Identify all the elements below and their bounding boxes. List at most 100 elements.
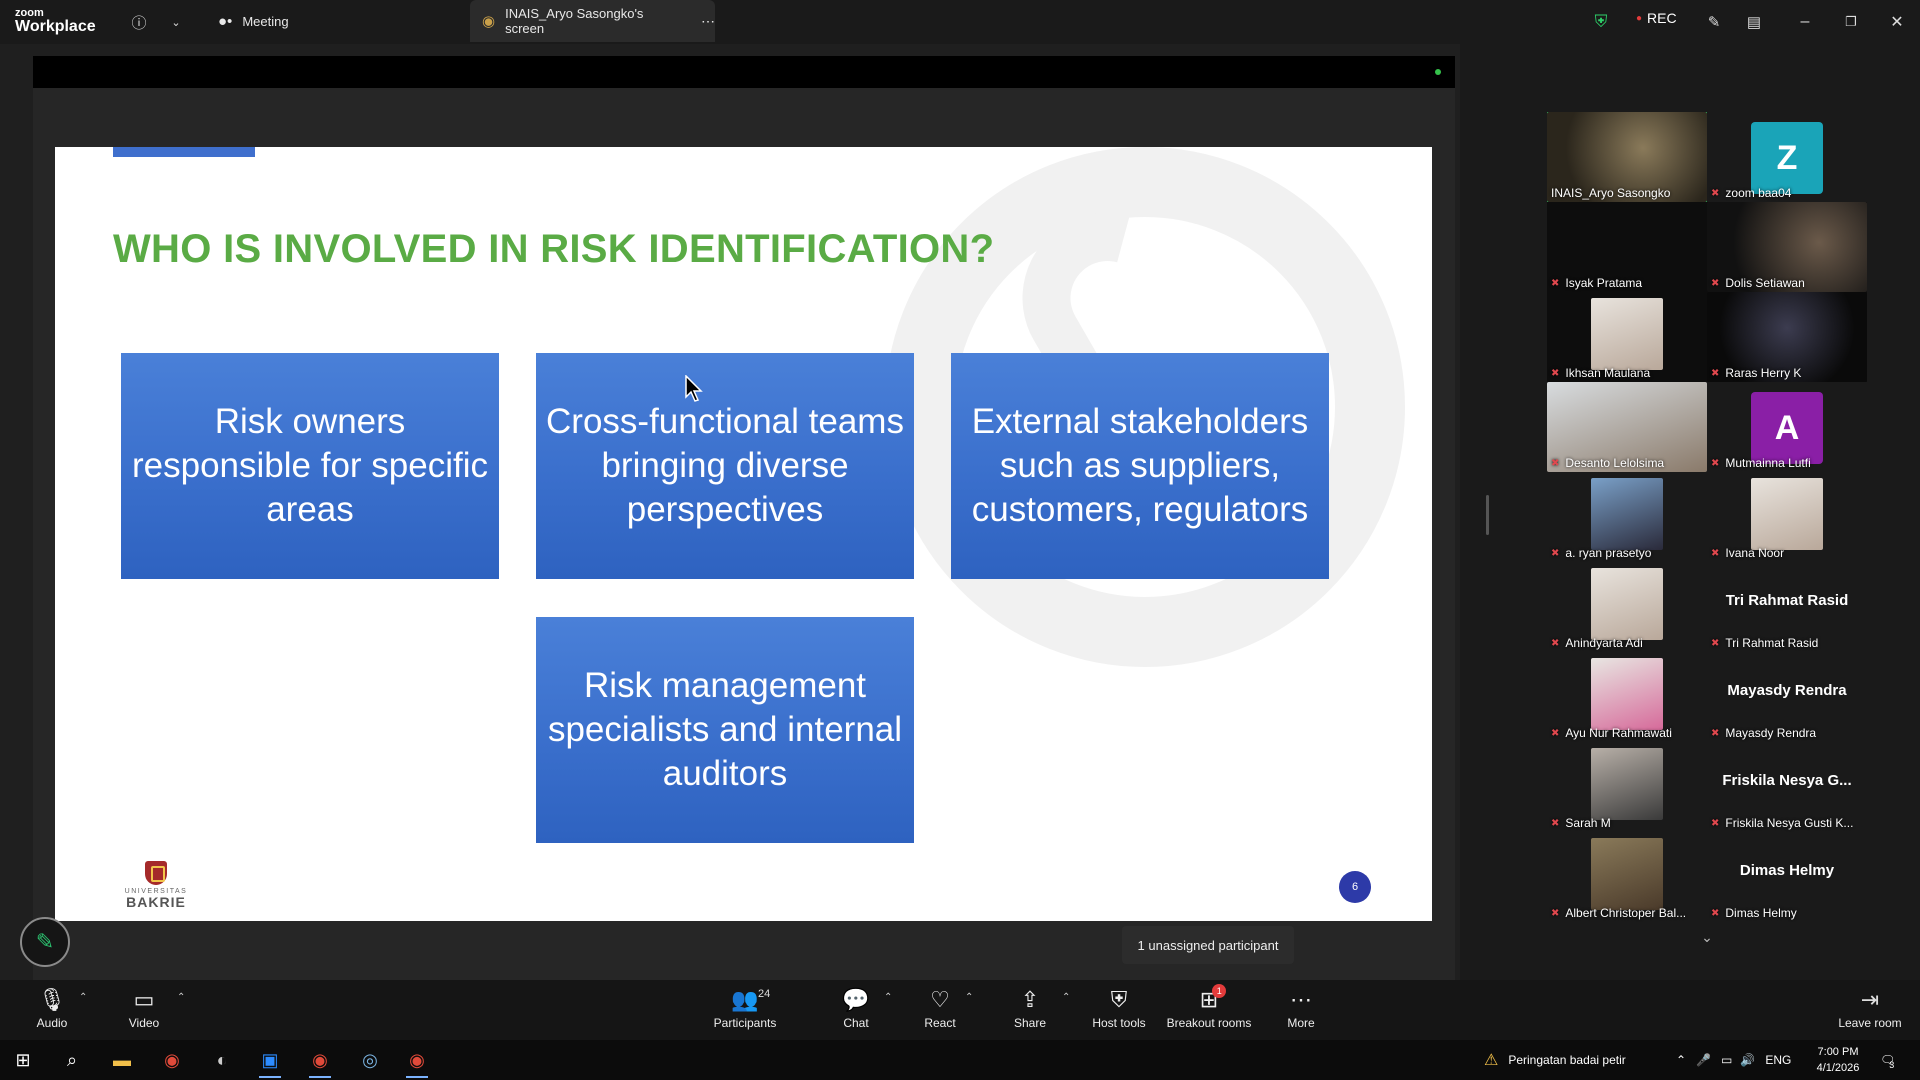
share-options-caret-icon[interactable]: ⌃ (1062, 992, 1070, 1003)
participant-name: ✖ Mutmainna Lutfi (1711, 456, 1811, 470)
restore-button[interactable]: ❐ (1836, 10, 1866, 34)
warning-icon: ⚠ (1484, 1052, 1499, 1069)
language-indicator[interactable]: ENG (1765, 1053, 1791, 1067)
video-off-icon: ▭ (133, 987, 155, 1012)
shield-check-icon[interactable]: ⛨ (1589, 10, 1613, 34)
muted-mic-icon: ✖ (1551, 817, 1560, 829)
zoom-app-icon[interactable]: ▣ (253, 1046, 287, 1078)
video-button[interactable]: ▭ Video (99, 986, 189, 1030)
file-explorer-icon[interactable]: ▬ (105, 1046, 139, 1074)
participant-tile[interactable]: Mayasdy Rendra ✖ Mayasdy Rendra (1707, 652, 1867, 742)
search-icon[interactable]: ⌕ (55, 1046, 89, 1074)
leave-room-button[interactable]: ⇥ Leave room (1825, 986, 1915, 1030)
unassigned-tooltip: 1 unassigned participant (1122, 926, 1294, 964)
participant-tile[interactable]: Z ✖ zoom baa04 (1707, 112, 1867, 202)
react-options-caret-icon[interactable]: ⌃ (965, 992, 973, 1003)
breakout-rooms-button[interactable]: ⊞ 1 Breakout rooms (1164, 984, 1254, 1030)
camera-app-icon[interactable]: ◎ (353, 1046, 387, 1074)
participant-name: ✖ zoom baa04 (1711, 186, 1792, 200)
panel-resize-handle[interactable] (1486, 495, 1489, 535)
weather-alert[interactable]: ⚠ Peringatan badai petir (1484, 1040, 1626, 1080)
participant-photo (1591, 298, 1663, 370)
participant-photo (1751, 478, 1823, 550)
chevron-up-icon[interactable]: ⌃ (1676, 1053, 1686, 1067)
video-options-caret-icon[interactable]: ⌃ (177, 992, 185, 1003)
host-tools-button[interactable]: ⛨ Host tools (1074, 986, 1164, 1030)
windows-taskbar: ⊞ ⌕ ▬ ◉ ◐ ▣ ◉ ◎ ◉ ⚠ Peringatan badai pet… (0, 1040, 1920, 1080)
slide-accent-bar (113, 147, 255, 157)
participant-tile[interactable]: ✖ Dolis Setiawan (1707, 202, 1867, 292)
recording-indicator[interactable]: ● REC (1636, 10, 1677, 26)
tab-shared-screen[interactable]: ◉ INAIS_Aryo Sasongko's screen ⋯ (470, 0, 715, 42)
system-tray: ⌃ 🎤 ▭ 🔊 ENG (1676, 1040, 1791, 1080)
tab-label: Meeting (242, 13, 289, 29)
participant-avatar: Z (1751, 122, 1823, 194)
participant-tile[interactable]: Friskila Nesya G... ✖ Friskila Nesya Gust… (1707, 742, 1867, 832)
network-icon[interactable]: ▭ (1721, 1053, 1732, 1067)
share-label: Share (1013, 1016, 1047, 1030)
slide-page-number: 6 (1339, 871, 1371, 903)
participant-name: ✖ Ivana Noor (1711, 546, 1785, 560)
participant-tile[interactable]: ✖ Anindyarta Adi (1547, 562, 1707, 652)
box-cross-functional: Cross-functional teams bringing diverse … (536, 353, 914, 579)
microphone-icon[interactable]: 🎤 (1696, 1053, 1711, 1067)
volume-icon[interactable]: 🔊 (1740, 1053, 1755, 1067)
more-button[interactable]: ⋯ More (1256, 986, 1346, 1030)
rec-label: REC (1647, 10, 1677, 26)
clock[interactable]: 7:00 PM 4/1/2026 (1808, 1044, 1868, 1076)
participant-tile[interactable]: ✖ Ayu Nur Rahmawati (1547, 652, 1707, 742)
chrome-icon[interactable]: ◉ (155, 1046, 189, 1074)
participant-photo (1591, 838, 1663, 910)
logo-bottom-text: Workplace (15, 18, 96, 35)
participant-tile[interactable]: ✖ a. ryan prasetyo (1547, 472, 1707, 562)
layout-icon[interactable]: ▤ (1742, 10, 1766, 34)
chevron-down-icon[interactable]: ⌄ (164, 10, 188, 34)
app-icon[interactable]: ◐ (205, 1046, 239, 1074)
participant-tile[interactable]: ✖ Ivana Noor (1707, 472, 1867, 562)
chrome-icon[interactable]: ◉ (303, 1046, 337, 1078)
audio-label: Audio (36, 1016, 68, 1030)
participant-tile[interactable]: Tri Rahmat Rasid ✖ Tri Rahmat Rasid (1707, 562, 1867, 652)
participant-tile[interactable]: ✖ Sarah M (1547, 742, 1707, 832)
pencil-icon: ✎ (35, 929, 55, 954)
participant-tile[interactable]: ✖ Albert Christoper Bal... (1547, 832, 1707, 922)
windows-start-icon[interactable]: ⊞ (6, 1046, 40, 1074)
muted-mic-icon: ✖ (1551, 727, 1560, 739)
participant-tile[interactable]: ✖ Isyak Pratama (1547, 202, 1707, 292)
info-icon[interactable]: ⓘ (127, 10, 151, 34)
breakout-badge: 1 (1212, 984, 1227, 998)
muted-mic-icon: ✖ (1711, 817, 1720, 829)
gallery-scroll-down-icon[interactable]: ⌄ (1690, 926, 1724, 948)
tab-meeting[interactable]: ●• Meeting (218, 0, 458, 42)
leave-room-icon: ⇥ (1860, 987, 1880, 1012)
chat-icon: 💬 (842, 987, 870, 1012)
status-dot (1435, 69, 1441, 75)
notifications-button[interactable]: 🗨 3 (1880, 1040, 1895, 1080)
participant-name: ✖ Mayasdy Rendra (1711, 726, 1817, 740)
participant-name: ✖ a. ryan prasetyo (1551, 546, 1652, 560)
participant-tile[interactable]: A ✖ Mutmainna Lutfi (1707, 382, 1867, 472)
breakout-rooms-icon: ⊞ 1 (1200, 984, 1227, 1014)
react-icon: ♡ (930, 987, 950, 1012)
university-shield-icon (145, 861, 167, 885)
participant-tile[interactable]: ✖ Ikhsan Maulana (1547, 292, 1707, 382)
annotate-button[interactable]: ✎ (20, 917, 70, 967)
participant-tile[interactable]: ✖ Desanto Lelolsima (1547, 382, 1707, 472)
participant-tile[interactable]: Dimas Helmy ✖ Dimas Helmy (1707, 832, 1867, 922)
participant-name: ✖ Sarah M (1551, 816, 1611, 830)
muted-mic-icon: ✖ (1711, 187, 1720, 199)
minimize-button[interactable]: – (1790, 10, 1820, 34)
participant-tile[interactable]: ✖ Raras Herry K (1707, 292, 1867, 382)
participants-button[interactable]: 👥 24 Participants (700, 986, 790, 1030)
more-options-icon[interactable]: ⋯ (701, 13, 715, 30)
chat-options-caret-icon[interactable]: ⌃ (884, 992, 892, 1003)
participant-tile[interactable]: INAIS_Aryo Sasongko (1547, 112, 1707, 202)
box-risk-specialists: Risk management specialists and internal… (536, 617, 914, 843)
audio-options-caret-icon[interactable]: ⌃ (79, 992, 87, 1003)
pen-icon[interactable]: ✎ (1702, 10, 1726, 34)
rec-dot-icon: ● (1636, 12, 1643, 24)
participant-name: ✖ Anindyarta Adi (1551, 636, 1643, 650)
universitas-bakrie-logo: UNIVERSITAS BAKRIE (121, 861, 191, 909)
chrome-icon[interactable]: ◉ (400, 1046, 434, 1078)
close-button[interactable]: ✕ (1882, 10, 1912, 34)
